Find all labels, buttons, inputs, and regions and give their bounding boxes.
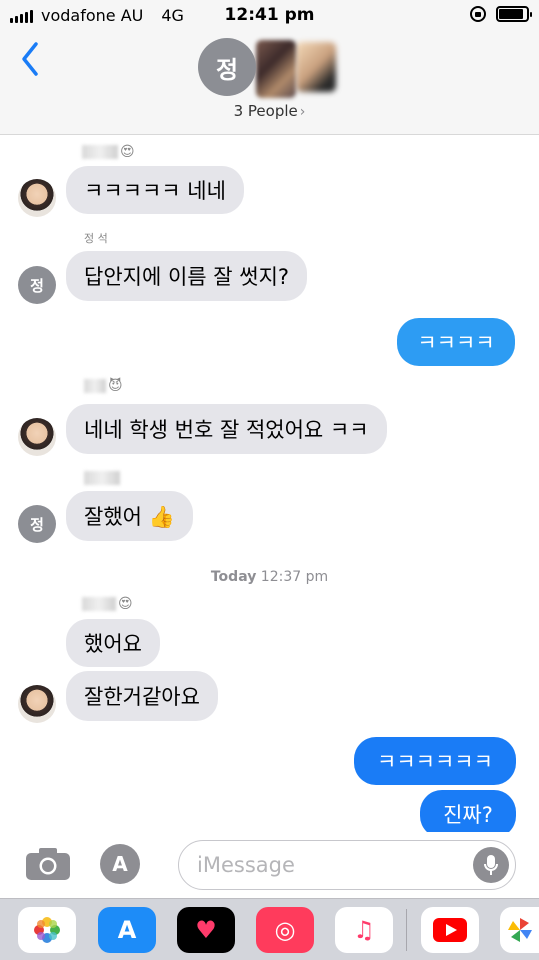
avatar[interactable] (18, 685, 56, 723)
conversation-header: 정 3 People › (0, 30, 539, 135)
youtube-app-icon[interactable] (421, 907, 479, 953)
chevron-left-icon (22, 42, 38, 76)
status-bar: vodafone AU 4G 12:41 pm (0, 0, 539, 30)
message-bubble[interactable]: 네네 학생 번호 잘 적었어요 ㅋㅋ (66, 404, 387, 454)
message-bubble[interactable]: 답안지에 이름 잘 썻지? (66, 251, 308, 301)
message-text: 네네 학생 번호 잘 적었어요 ㅋㅋ (84, 418, 369, 442)
smiley-icon: 😍 (118, 596, 133, 612)
avatar[interactable] (18, 179, 56, 217)
app-drawer: A ♥ ◎ ♫ (0, 898, 539, 960)
search-globe-app-icon[interactable]: ◎ (256, 907, 314, 953)
pinwheel-icon (507, 918, 532, 942)
compose-bar: A iMessage (0, 832, 539, 898)
message-input-placeholder: iMessage (197, 853, 295, 877)
back-button[interactable] (14, 40, 44, 80)
battery-icon (496, 6, 532, 22)
avatar (296, 42, 336, 92)
drawer-divider (406, 909, 407, 951)
message-text: ㅋㅋㅋㅋㅋ 네네 (84, 179, 226, 203)
chevron-right-icon: › (299, 104, 306, 120)
message-bubble[interactable]: ㅋㅋㅋㅋㅋㅋ (354, 737, 516, 785)
microphone-icon (484, 855, 498, 875)
message-text: ㅋㅋㅋㅋㅋㅋ (377, 750, 493, 774)
avatar[interactable] (18, 418, 56, 456)
sender-name: 😍 (82, 596, 133, 612)
message-text: 잘했어 👍 (84, 505, 175, 529)
message-bubble[interactable]: ㅋㅋㅋㅋ (397, 318, 515, 366)
rotation-lock-icon (470, 6, 486, 22)
timestamp-time: 12:37 pm (260, 569, 329, 585)
message-bubble[interactable]: 진짜? (420, 790, 516, 838)
sender-name: 😈 (84, 378, 123, 394)
heart-app-icon[interactable]: ♥ (177, 907, 235, 953)
camera-icon (26, 848, 70, 880)
status-right (470, 6, 532, 22)
avatar (256, 40, 296, 98)
message-bubble[interactable]: 잘했어 👍 (66, 491, 193, 541)
avatar: 정 (198, 38, 256, 96)
message-input[interactable]: iMessage (178, 840, 516, 890)
people-count-label: 3 People (233, 102, 298, 120)
photos-app-icon[interactable] (18, 907, 76, 953)
sender-name-text: 정 석 (84, 232, 108, 245)
message-text: 답안지에 이름 잘 썻지? (84, 265, 290, 289)
sender-name (84, 470, 120, 486)
smiley-icon: 😈 (108, 378, 123, 394)
avatar[interactable]: 정 (18, 266, 56, 304)
app-store-icon: A (112, 852, 128, 876)
message-text: 잘한거같아요 (84, 685, 200, 709)
message-bubble[interactable]: 잘한거같아요 (66, 671, 218, 721)
app-store-button[interactable]: A (100, 844, 140, 884)
app-store-icon[interactable]: A (98, 907, 156, 953)
status-time: 12:41 pm (224, 5, 315, 25)
youtube-play-icon (433, 918, 467, 942)
group-avatar-stack[interactable]: 정 (198, 38, 358, 104)
message-text: 진짜? (443, 803, 493, 827)
message-bubble[interactable]: 했어요 (66, 619, 160, 667)
music-app-icon[interactable]: ♫ (335, 907, 393, 953)
pinwheel-app-icon[interactable] (500, 907, 539, 953)
sender-name: 정 석 (84, 230, 108, 246)
camera-button[interactable] (25, 847, 71, 881)
group-details-link[interactable]: 3 People › (0, 102, 539, 120)
microphone-button[interactable] (473, 847, 509, 883)
timestamp-day: Today (210, 569, 257, 585)
avatar[interactable]: 정 (18, 505, 56, 543)
photos-flower-icon (34, 917, 60, 943)
smiley-icon: 😍 (120, 144, 135, 160)
timestamp: Today 12:37 pm (0, 569, 539, 585)
message-text: 했어요 (84, 632, 142, 656)
message-bubble[interactable]: ㅋㅋㅋㅋㅋ 네네 (66, 166, 244, 214)
message-text: ㅋㅋㅋㅋ (417, 331, 495, 355)
sender-name: 😍 (82, 144, 135, 160)
